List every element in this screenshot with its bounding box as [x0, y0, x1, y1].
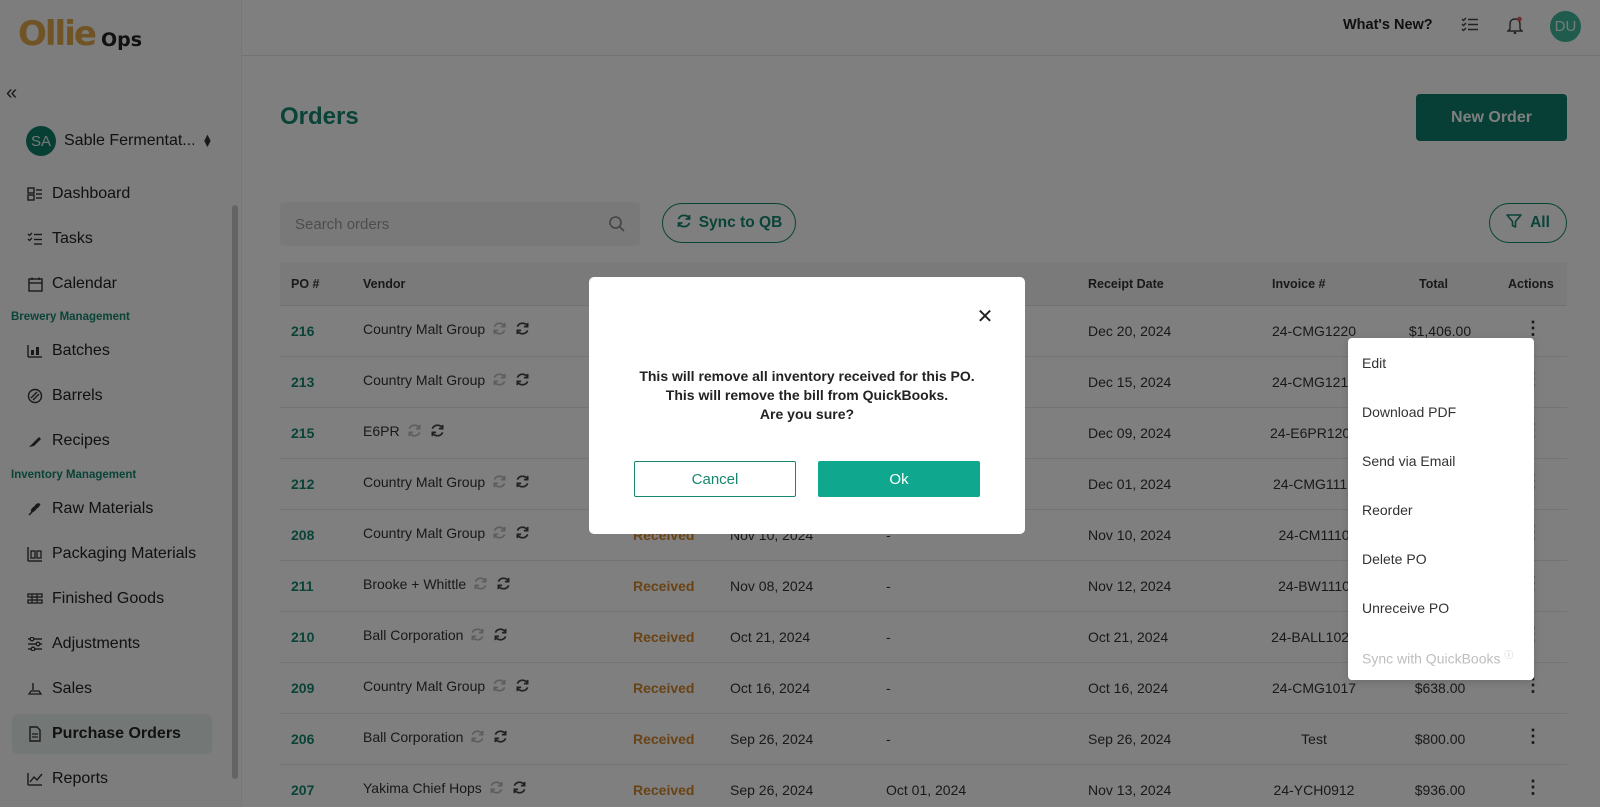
dialog-line-2: This will remove the bill from QuickBook…	[665, 387, 949, 403]
menu-item-download-pdf[interactable]: Download PDF	[1362, 404, 1456, 420]
menu-item-sync-quickbooks: Sync with QuickBooks ⓘ	[1362, 648, 1513, 667]
menu-item-delete-po[interactable]: Delete PO	[1362, 551, 1427, 567]
cancel-button[interactable]: Cancel	[634, 461, 796, 497]
menu-item-edit[interactable]: Edit	[1362, 355, 1386, 371]
dialog-line-3: Are you sure?	[759, 406, 855, 422]
info-icon: ⓘ	[1504, 650, 1514, 660]
dialog-line-1: This will remove all inventory received …	[639, 368, 975, 384]
menu-item-sync-label: Sync with QuickBooks	[1362, 650, 1501, 667]
menu-item-unreceive-po[interactable]: Unreceive PO	[1362, 600, 1449, 616]
confirm-dialog: ✕ This will remove all inventory receive…	[589, 277, 1025, 534]
menu-item-reorder[interactable]: Reorder	[1362, 502, 1413, 518]
dialog-message: This will remove all inventory received …	[589, 367, 1025, 424]
menu-item-send-email[interactable]: Send via Email	[1362, 453, 1455, 469]
actions-menu: Edit Download PDF Send via Email Reorder…	[1348, 338, 1534, 680]
close-icon[interactable]: ✕	[970, 301, 1000, 331]
ok-button[interactable]: Ok	[818, 461, 980, 497]
